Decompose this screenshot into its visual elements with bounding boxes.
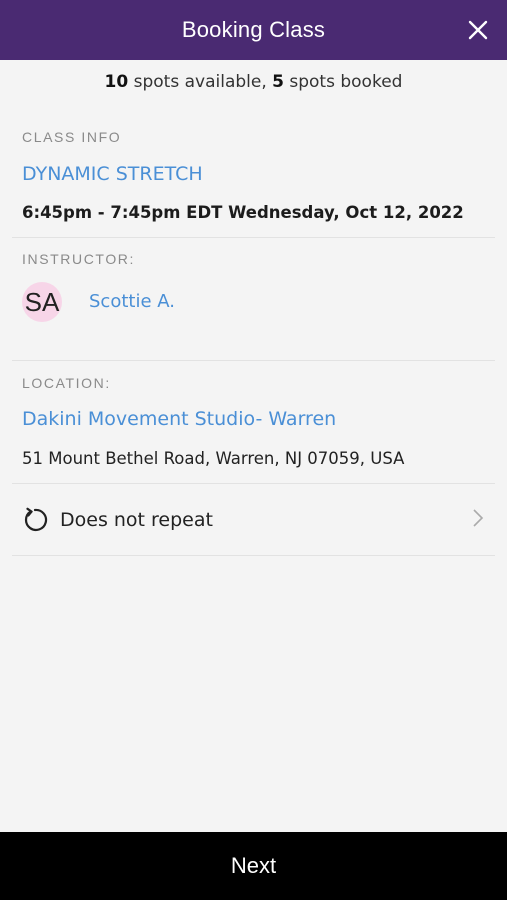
class-info-label: CLASS INFO bbox=[22, 129, 122, 145]
spots-booked-count: 5 bbox=[272, 72, 284, 92]
app-header: Booking Class bbox=[0, 0, 507, 60]
page-title: Booking Class bbox=[181, 17, 326, 42]
avatar: SA bbox=[22, 282, 62, 322]
divider bbox=[12, 555, 495, 556]
repeat-icon bbox=[24, 507, 48, 532]
class-name-link[interactable]: DYNAMIC STRETCH bbox=[22, 163, 203, 185]
class-time: 6:45pm - 7:45pm EDT Wednesday, Oct 12, 2… bbox=[22, 203, 464, 222]
close-icon bbox=[468, 20, 488, 40]
instructor-name-link[interactable]: Scottie A. bbox=[89, 291, 175, 312]
chevron-right-icon bbox=[473, 509, 484, 527]
divider bbox=[12, 483, 495, 484]
location-address: 51 Mount Bethel Road, Warren, NJ 07059, … bbox=[22, 449, 405, 468]
next-button[interactable]: Next bbox=[0, 832, 507, 900]
spots-summary: 10 spots available, 5 spots booked bbox=[0, 72, 507, 92]
spots-booked-text: spots booked bbox=[283, 72, 403, 92]
location-name-link[interactable]: Dakini Movement Studio- Warren bbox=[22, 408, 336, 430]
repeat-label: Does not repeat bbox=[60, 509, 213, 531]
divider bbox=[12, 237, 495, 238]
divider bbox=[12, 360, 495, 361]
location-label: LOCATION: bbox=[22, 375, 111, 391]
next-button-label: Next bbox=[230, 853, 277, 878]
instructor-label: INSTRUCTOR: bbox=[22, 251, 136, 267]
spots-available-text: spots available, bbox=[128, 72, 273, 92]
close-button[interactable] bbox=[463, 15, 493, 45]
spots-available-count: 10 bbox=[104, 72, 129, 92]
repeat-row[interactable]: Does not repeat bbox=[12, 485, 495, 555]
